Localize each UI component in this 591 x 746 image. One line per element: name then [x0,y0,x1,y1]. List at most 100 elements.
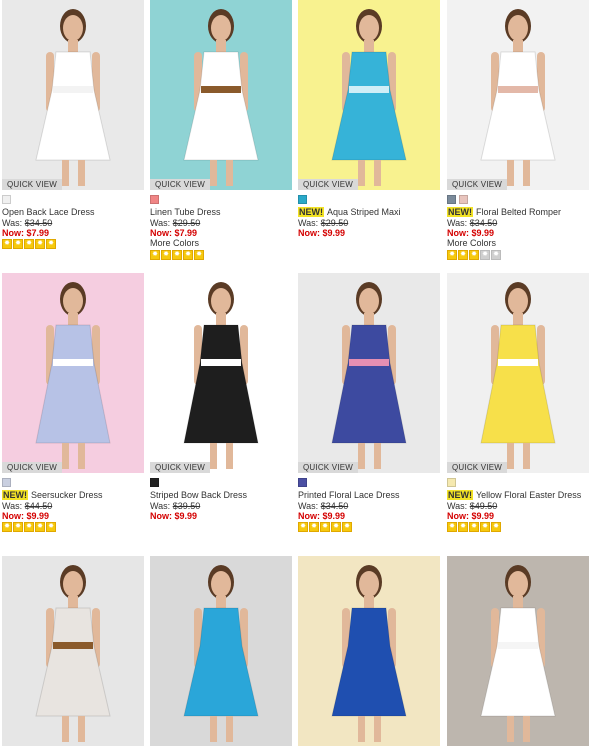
color-swatch[interactable] [2,478,11,487]
product-card[interactable]: QUICK VIEW Printed Floral Lace Dress Was: … [298,273,440,532]
color-swatch[interactable] [447,478,456,487]
star-icon: ✸ [469,522,479,532]
was-label: Was: [298,218,319,228]
quick-view-button[interactable]: QUICK VIEW [447,462,508,473]
star-icon: ✸ [172,250,182,260]
was-label: Was: [447,501,468,511]
was-label: Was: [150,501,171,511]
product-image[interactable]: QUICK VIEW [298,273,440,473]
product-card[interactable]: QUICK VIEW Striped Bow Back Dress Was: $39… [150,273,292,521]
now-price: $9.99 [471,228,495,238]
more-colors-link[interactable]: More Colors [150,238,292,249]
star-icon: ✸ [46,239,56,249]
product-card[interactable] [2,556,144,746]
now-price: $9.99 [26,511,50,521]
star-icon: ✸ [35,522,45,532]
was-price: $44.50 [24,501,53,511]
star-icon: ✸ [320,522,330,532]
product-name-link[interactable]: Floral Belted Romper [476,207,561,217]
color-swatch[interactable] [459,195,468,204]
star-icon: ✸ [491,250,501,260]
color-swatch[interactable] [150,478,159,487]
color-swatches [150,195,292,205]
quick-view-button[interactable]: QUICK VIEW [150,179,211,190]
product-image[interactable]: QUICK VIEW [447,0,589,190]
was-price: $34.50 [320,501,349,511]
quick-view-button[interactable]: QUICK VIEW [447,179,508,190]
quick-view-button[interactable]: QUICK VIEW [2,462,63,473]
color-swatches [447,478,589,488]
star-icon: ✸ [480,522,490,532]
color-swatches [298,195,440,205]
star-icon: ✸ [447,250,457,260]
product-image[interactable] [298,556,440,746]
color-swatches [298,478,440,488]
star-icon: ✸ [309,522,319,532]
rating-stars: ✸ ✸ ✸ ✸ ✸ [447,250,589,260]
was-label: Was: [2,501,23,511]
star-icon: ✸ [2,522,12,532]
now-label: Now: [447,228,469,238]
product-card[interactable]: QUICK VIEW NEW! Floral Belted Romper Was: $… [447,0,589,260]
product-name-link[interactable]: Aqua Striped Maxi [327,207,401,217]
product-image[interactable] [150,556,292,746]
product-image[interactable] [447,556,589,746]
color-swatch[interactable] [298,478,307,487]
product-image[interactable]: QUICK VIEW [150,273,292,473]
product-name-link[interactable]: Linen Tube Dress [150,207,221,217]
color-swatches [447,195,589,205]
now-label: Now: [2,228,24,238]
star-icon: ✸ [24,239,34,249]
product-image[interactable]: QUICK VIEW [298,0,440,190]
star-icon: ✸ [46,522,56,532]
product-card[interactable] [447,556,589,746]
product-name-link[interactable]: Seersucker Dress [31,490,103,500]
star-icon: ✸ [13,522,23,532]
now-price: $7.99 [26,228,50,238]
product-card[interactable] [298,556,440,746]
star-icon: ✸ [458,250,468,260]
product-name-link[interactable]: Open Back Lace Dress [2,207,95,217]
product-image[interactable]: QUICK VIEW [2,273,144,473]
star-icon: ✸ [331,522,341,532]
rating-stars: ✸ ✸ ✸ ✸ ✸ [2,522,144,532]
color-swatch[interactable] [298,195,307,204]
more-colors-link[interactable]: More Colors [447,238,589,249]
new-badge: NEW! [447,490,473,500]
star-icon: ✸ [2,239,12,249]
quick-view-button[interactable]: QUICK VIEW [150,462,211,473]
product-card[interactable]: QUICK VIEW Linen Tube Dress Was: $29.50 Now… [150,0,292,260]
quick-view-button[interactable]: QUICK VIEW [298,179,359,190]
now-price: $9.99 [471,511,495,521]
product-name-link[interactable]: Yellow Floral Easter Dress [476,490,581,500]
star-icon: ✸ [194,250,204,260]
was-price: $34.50 [469,218,498,228]
quick-view-button[interactable]: QUICK VIEW [2,179,63,190]
product-card[interactable]: QUICK VIEW NEW! Seersucker Dress Was: $44.5… [2,273,144,532]
star-icon: ✸ [161,250,171,260]
quick-view-button[interactable]: QUICK VIEW [298,462,359,473]
product-image[interactable] [2,556,144,746]
now-price: $9.99 [322,511,346,521]
was-price: $34.50 [24,218,53,228]
product-name-link[interactable]: Printed Floral Lace Dress [298,490,400,500]
color-swatch[interactable] [150,195,159,204]
product-image[interactable]: QUICK VIEW [2,0,144,190]
product-card[interactable]: QUICK VIEW Open Back Lace Dress Was: $34.5… [2,0,144,249]
was-label: Was: [447,218,468,228]
product-card[interactable]: QUICK VIEW NEW! Yellow Floral Easter Dress… [447,273,589,532]
product-name-link[interactable]: Striped Bow Back Dress [150,490,247,500]
star-icon: ✸ [469,250,479,260]
product-card[interactable]: QUICK VIEW NEW! Aqua Striped Maxi Was: $29.… [298,0,440,238]
color-swatch[interactable] [447,195,456,204]
product-image[interactable]: QUICK VIEW [447,273,589,473]
star-icon: ✸ [298,522,308,532]
star-icon: ✸ [35,239,45,249]
was-label: Was: [150,218,171,228]
was-label: Was: [298,501,319,511]
product-image[interactable]: QUICK VIEW [150,0,292,190]
star-icon: ✸ [447,522,457,532]
rating-stars: ✸ ✸ ✸ ✸ ✸ [150,250,292,260]
color-swatch[interactable] [2,195,11,204]
product-card[interactable] [150,556,292,746]
